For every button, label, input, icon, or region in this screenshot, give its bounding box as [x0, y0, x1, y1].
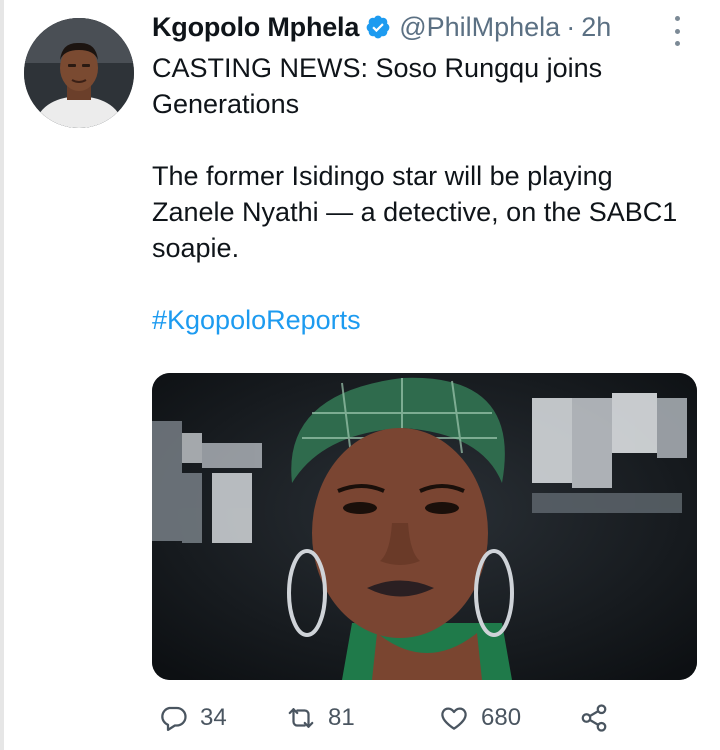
like-icon — [441, 707, 467, 730]
tweet-actions: 34 81 680 — [152, 698, 622, 738]
tweet-text: CASTING NEWS: Soso Rungqu joins Generati… — [152, 50, 700, 338]
like-button[interactable]: 680 — [439, 698, 521, 738]
reply-button[interactable]: 34 — [158, 698, 227, 738]
separator-dot: · — [566, 11, 576, 42]
tweet[interactable]: Kgopolo Mphela @PhilMphela · 2h CASTING … — [152, 10, 700, 338]
tweet-header: Kgopolo Mphela @PhilMphela · 2h — [152, 10, 700, 44]
reply-icon — [161, 706, 187, 731]
share-icon — [581, 704, 607, 732]
handle[interactable]: @PhilMphela — [399, 12, 560, 43]
hashtag-link[interactable]: #KgopoloReports — [152, 302, 700, 338]
timestamp[interactable]: 2h — [581, 12, 611, 43]
verified-badge-icon — [366, 15, 390, 39]
more-icon[interactable] — [672, 16, 682, 46]
avatar[interactable] — [24, 18, 134, 128]
like-count: 680 — [481, 704, 522, 731]
left-border — [0, 0, 4, 750]
tweet-text-line1: CASTING NEWS: Soso Rungqu joins Generati… — [152, 53, 603, 119]
tweet-media-image[interactable] — [152, 373, 697, 680]
reply-count: 34 — [200, 704, 227, 731]
retweet-count: 81 — [328, 704, 355, 731]
tweet-text-line2: The former Isidingo star will be playing… — [152, 161, 678, 263]
retweet-button[interactable]: 81 — [286, 698, 355, 738]
retweet-icon — [288, 708, 314, 728]
display-name[interactable]: Kgopolo Mphela — [152, 12, 359, 43]
share-button[interactable] — [579, 698, 609, 738]
